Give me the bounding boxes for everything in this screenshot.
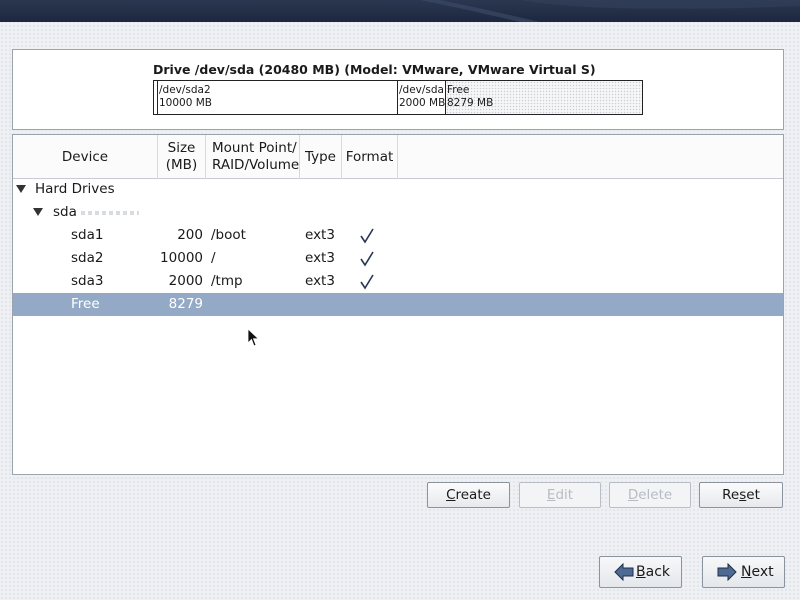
device-cell: sda2 <box>71 250 104 266</box>
table-header: Device Size (MB) Mount Point/RAID/Volume … <box>13 135 783 179</box>
installer-banner <box>0 0 800 22</box>
reset-button[interactable]: Reset <box>699 482 783 508</box>
drive-segment-size: 2000 MB <box>399 97 446 109</box>
drive-segment-sda2[interactable]: /dev/sda2 10000 MB <box>158 81 398 114</box>
size-cell: 200 <box>177 227 203 243</box>
checkmark-icon <box>360 228 374 244</box>
type-cell: ext3 <box>305 250 335 266</box>
delete-button[interactable]: Delete <box>609 482 691 508</box>
drive-segment-free[interactable]: Free 8279 MB <box>446 81 642 114</box>
drive-partition-bar: /dev/sda2 10000 MB /dev/sda 2000 MB Free… <box>153 80 643 115</box>
device-cell: sda1 <box>71 227 104 243</box>
table-row-selected[interactable]: Free 8279 <box>13 293 783 316</box>
size-cell: 10000 <box>160 250 203 266</box>
tree-row-disk-sda[interactable]: sda <box>13 201 783 224</box>
column-header-type[interactable]: Type <box>300 135 342 179</box>
mount-cell: /tmp <box>211 273 243 289</box>
device-cell: sda3 <box>71 273 104 289</box>
arrow-right-icon <box>717 563 737 581</box>
device-cell: Free <box>71 296 100 312</box>
drive-title: Drive /dev/sda (20480 MB) (Model: VMware… <box>153 62 596 77</box>
back-label: Back <box>636 564 670 580</box>
tree-row-hard-drives[interactable]: Hard Drives <box>13 178 783 201</box>
banner-swoosh-graphic <box>420 0 800 22</box>
arrow-left-icon <box>614 563 634 581</box>
table-row[interactable]: sda2 10000 / ext3 <box>13 247 783 270</box>
column-header-size[interactable]: Size (MB) <box>158 135 206 179</box>
drive-overview-panel: Drive /dev/sda (20480 MB) (Model: VMware… <box>12 49 784 130</box>
drive-segment-name: /dev/sda2 <box>159 84 211 96</box>
size-cell: 2000 <box>168 273 203 289</box>
type-cell: ext3 <box>305 273 335 289</box>
drive-segment-size: 8279 MB <box>447 97 494 109</box>
column-header-mount-point[interactable]: Mount Point/RAID/Volume <box>206 135 300 179</box>
partition-table[interactable]: Device Size (MB) Mount Point/RAID/Volume … <box>12 134 784 475</box>
column-header-format[interactable]: Format <box>342 135 398 179</box>
disk-description-placeholder <box>81 211 139 215</box>
edit-button[interactable]: Edit <box>519 482 601 508</box>
group-label: Hard Drives <box>35 181 115 197</box>
drive-segment-size: 10000 MB <box>159 97 213 109</box>
disk-label: sda <box>53 204 77 220</box>
type-cell: ext3 <box>305 227 335 243</box>
create-button[interactable]: Create <box>427 482 510 508</box>
column-header-device[interactable]: Device <box>13 135 158 179</box>
checkmark-icon <box>360 274 374 290</box>
size-cell: 8279 <box>168 296 203 312</box>
mount-cell: / <box>211 250 216 266</box>
triangle-down-icon[interactable] <box>16 185 26 200</box>
triangle-down-icon[interactable] <box>33 208 43 223</box>
table-row[interactable]: sda1 200 /boot ext3 <box>13 224 783 247</box>
drive-segment-name: /dev/sda <box>399 84 444 96</box>
table-row[interactable]: sda3 2000 /tmp ext3 <box>13 270 783 293</box>
mouse-cursor-icon <box>247 328 260 347</box>
next-label: Next <box>741 564 774 580</box>
back-button[interactable]: Back <box>599 556 682 588</box>
drive-segment-sda3[interactable]: /dev/sda 2000 MB <box>398 81 446 114</box>
checkmark-icon <box>360 251 374 267</box>
drive-segment-name: Free <box>447 84 470 96</box>
next-button[interactable]: Next <box>702 556 785 588</box>
mount-cell: /boot <box>211 227 246 243</box>
